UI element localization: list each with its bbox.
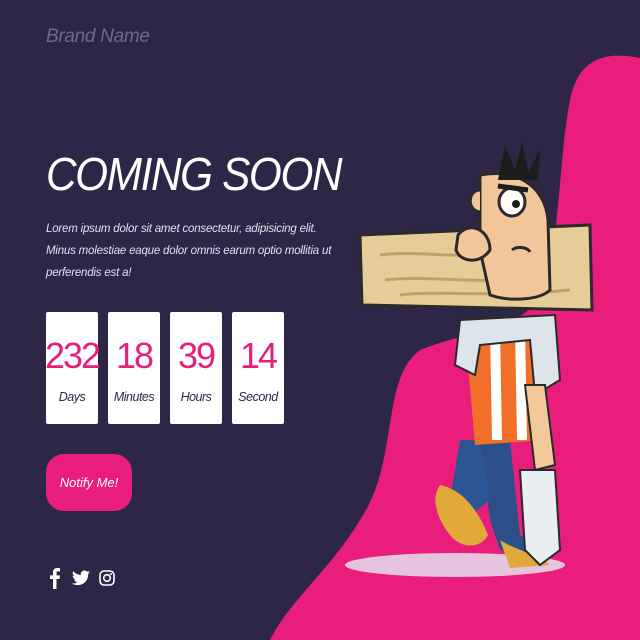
notify-me-button[interactable]: Notify Me! — [46, 454, 132, 511]
countdown-value: 39 — [177, 335, 216, 376]
countdown-value: 232 — [44, 335, 101, 376]
twitter-icon[interactable] — [72, 566, 90, 590]
brand-name[interactable]: Brand Name — [46, 26, 150, 48]
countdown-hours: 39 Hours — [170, 312, 222, 424]
countdown-minutes: 18 Minutes — [108, 312, 160, 424]
instagram-icon[interactable] — [98, 566, 116, 590]
countdown-seconds: 14 Second — [232, 312, 284, 424]
countdown-label: Minutes — [113, 390, 155, 404]
countdown-label: Days — [58, 390, 86, 404]
hero-description: Lorem ipsum dolor sit amet consectetur, … — [46, 223, 332, 279]
countdown-label: Second — [238, 390, 278, 404]
countdown-days: 232 Days — [44, 312, 101, 424]
carpenter-illustration — [345, 142, 594, 577]
countdown-label: Hours — [180, 390, 212, 404]
facebook-icon[interactable] — [46, 566, 64, 590]
social-links — [46, 566, 116, 590]
page-title: COMING SOON — [46, 148, 343, 200]
countdown-value: 14 — [239, 335, 278, 376]
countdown-value: 18 — [115, 335, 154, 376]
countdown-timer: 232 Days 18 Minutes 39 Hours 14 Second — [44, 312, 284, 424]
